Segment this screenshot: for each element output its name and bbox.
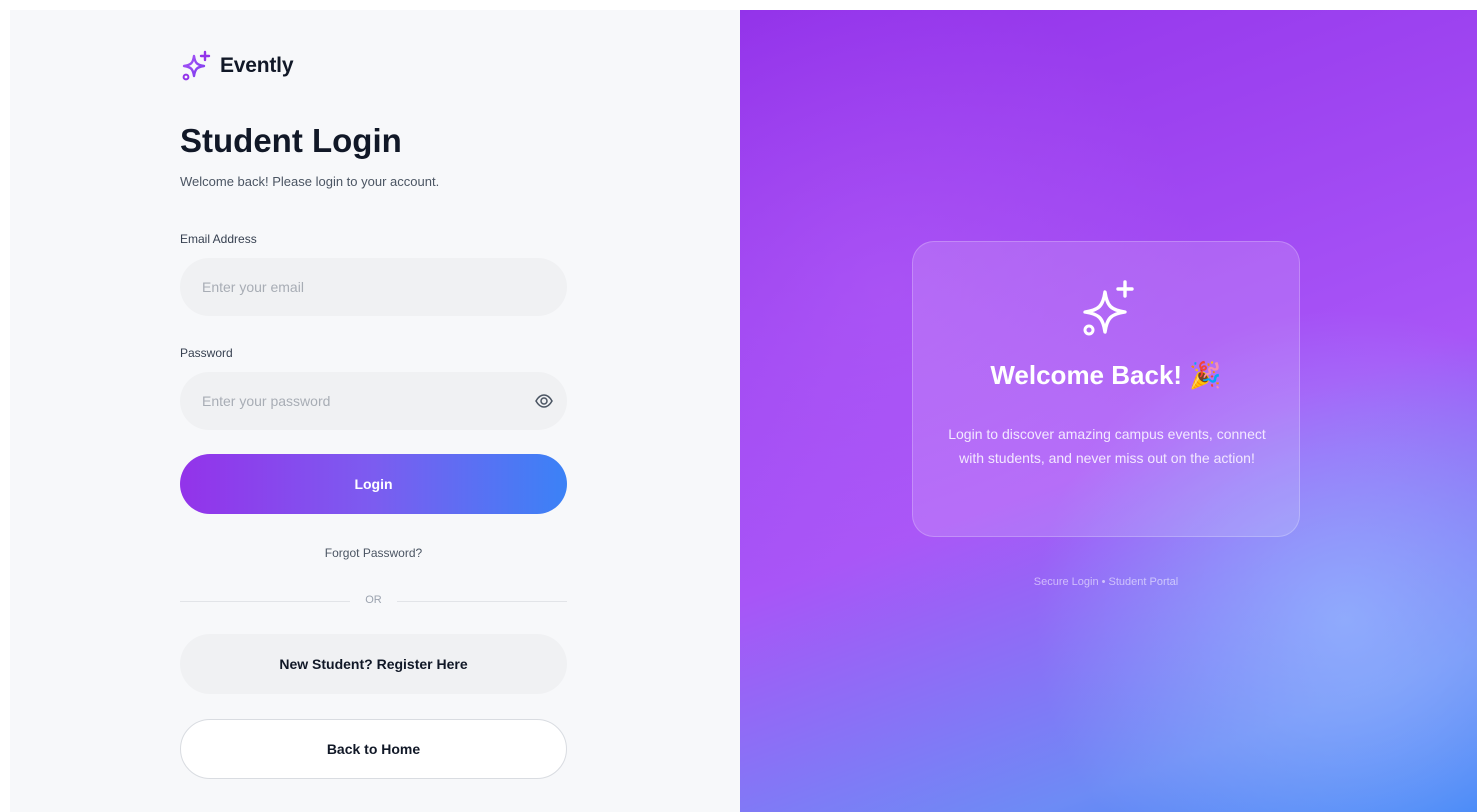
password-label: Password: [180, 346, 233, 360]
security-footnote: Secure Login • Student Portal: [1033, 576, 1179, 588]
page-subtitle: Welcome back! Please login to your accou…: [180, 174, 440, 189]
email-label: Email Address: [180, 232, 257, 246]
welcome-card: Welcome Back! 🎉 Login to discover amazin…: [912, 241, 1300, 537]
welcome-text: Login to discover amazing campus events,…: [948, 426, 1266, 466]
register-button[interactable]: New Student? Register Here: [180, 634, 567, 694]
forgot-password-link[interactable]: Forgot Password?: [180, 546, 567, 560]
or-divider: OR: [180, 594, 567, 608]
divider-text: OR: [365, 594, 382, 606]
page-title: Student Login: [180, 122, 402, 159]
login-button[interactable]: Login: [180, 454, 567, 514]
sparkles-icon: [182, 50, 211, 81]
email-field[interactable]: [180, 258, 567, 316]
back-to-home-button[interactable]: Back to Home: [180, 719, 567, 779]
login-panel: Evently Student Login Welcome back! Plea…: [10, 10, 740, 812]
sparkles-icon: [1083, 280, 1134, 336]
brand-name: Evently: [220, 54, 294, 77]
eye-icon[interactable]: [534, 391, 554, 411]
brand[interactable]: Evently: [180, 50, 294, 82]
password-field[interactable]: [180, 372, 567, 430]
welcome-title: Welcome Back! 🎉: [990, 360, 1222, 390]
welcome-panel: Welcome Back! 🎉 Login to discover amazin…: [740, 10, 1477, 812]
